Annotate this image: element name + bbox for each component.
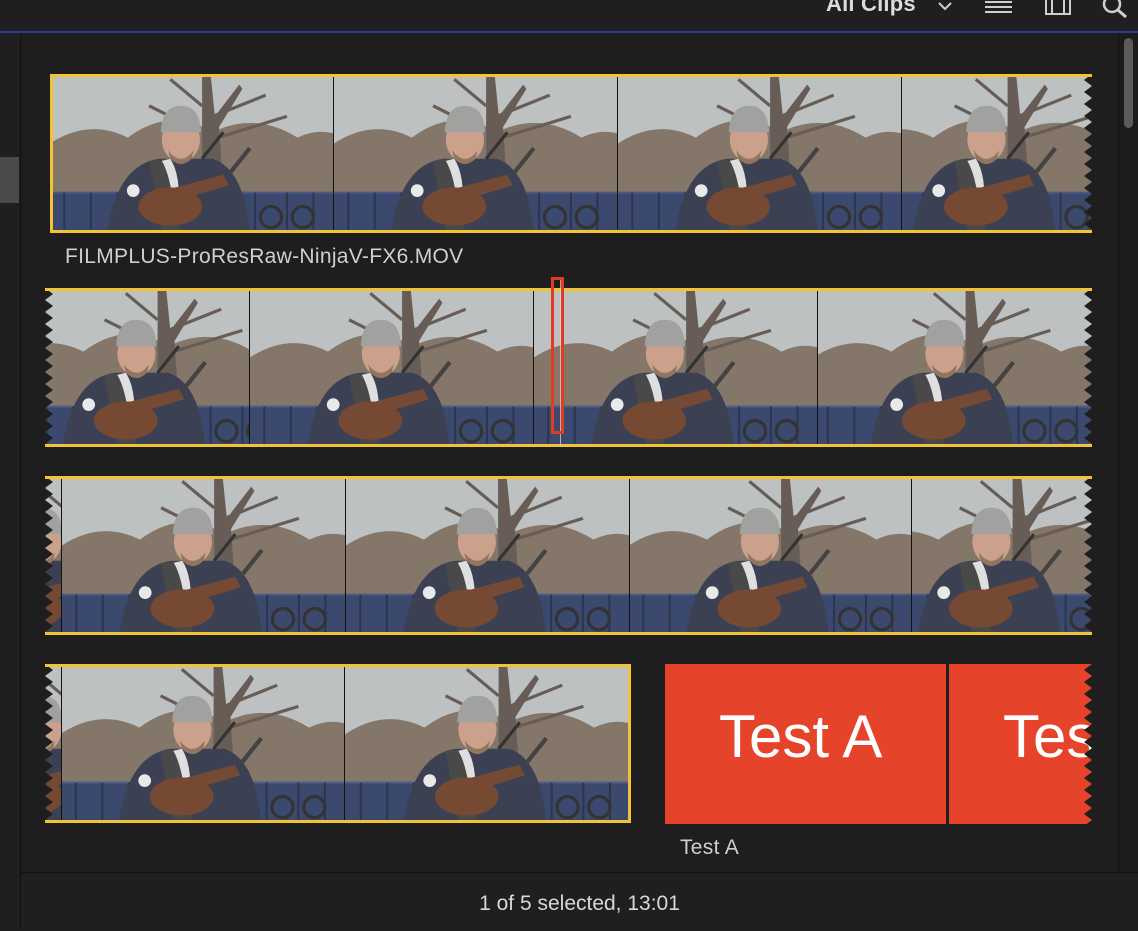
chevron-down-icon[interactable] <box>936 0 954 15</box>
clip-thumbnail <box>50 74 335 233</box>
clip-thumbnail <box>618 74 903 233</box>
list-view-icon[interactable] <box>985 0 1013 16</box>
libraries-sidebar[interactable] <box>0 33 21 930</box>
title-thumbnail: Tes <box>949 664 1092 824</box>
selection-border <box>45 288 1092 291</box>
title-clip-text-partial: Tes <box>1003 703 1092 770</box>
clip-thumbnail <box>62 476 347 635</box>
clip-thumbnail <box>62 664 346 823</box>
browser-toolbar: All Clips <box>0 0 1138 33</box>
clip-thumbnail <box>630 476 913 635</box>
playhead[interactable] <box>551 277 564 434</box>
continues-edge <box>1084 288 1092 447</box>
selection-status: 1 of 5 selected, 13:01 <box>479 892 680 915</box>
vertical-scrollbar[interactable] <box>1118 33 1138 872</box>
continues-edge <box>45 664 53 823</box>
clip-thumbnail <box>45 288 251 447</box>
continues-edge <box>45 476 53 635</box>
clip-thumbnail <box>902 74 1092 233</box>
filmstrip-view-icon[interactable] <box>1044 0 1072 16</box>
continues-edge <box>1084 476 1092 635</box>
continues-edge <box>1084 74 1092 233</box>
clip-name[interactable]: FILMPLUS-ProResRaw-NinjaV-FX6.MOV <box>65 245 464 269</box>
continues-edge <box>1084 664 1092 824</box>
clip-filmstrip[interactable] <box>50 74 1092 233</box>
clip-filmstrip[interactable] <box>45 288 1092 447</box>
clip-filmstrip[interactable] <box>45 476 1092 635</box>
selection-border <box>45 820 631 823</box>
clip-thumbnail <box>912 476 1092 635</box>
clip-thumbnail <box>334 74 619 233</box>
clip-name[interactable]: Test A <box>680 836 739 860</box>
selection-border <box>628 664 631 823</box>
clip-filter-popup[interactable]: All Clips <box>826 0 916 17</box>
clip-thumbnail <box>250 288 535 447</box>
selection-border <box>45 444 1092 447</box>
selection-border <box>50 230 1092 233</box>
title-clip-text: Test A <box>719 703 883 770</box>
search-icon[interactable] <box>1102 0 1132 18</box>
title-thumbnail: Test A <box>665 664 948 824</box>
clip-thumbnail <box>346 476 631 635</box>
clip-filmstrip[interactable] <box>45 664 631 823</box>
title-clip-filmstrip[interactable]: Test A Tes <box>665 664 1092 824</box>
clip-thumbnail <box>534 288 819 447</box>
selection-border <box>45 632 1092 635</box>
clip-thumbnail <box>345 664 631 823</box>
status-bar: 1 of 5 selected, 13:01 <box>21 872 1138 931</box>
clip-thumbnail <box>818 288 1092 447</box>
selection-border <box>50 74 53 233</box>
continues-edge <box>45 288 53 447</box>
selection-border <box>50 74 1092 77</box>
scrollbar-thumb[interactable] <box>1124 38 1133 128</box>
sidebar-selected-item[interactable] <box>0 157 19 203</box>
selection-border <box>45 664 631 667</box>
selection-border <box>45 476 1092 479</box>
